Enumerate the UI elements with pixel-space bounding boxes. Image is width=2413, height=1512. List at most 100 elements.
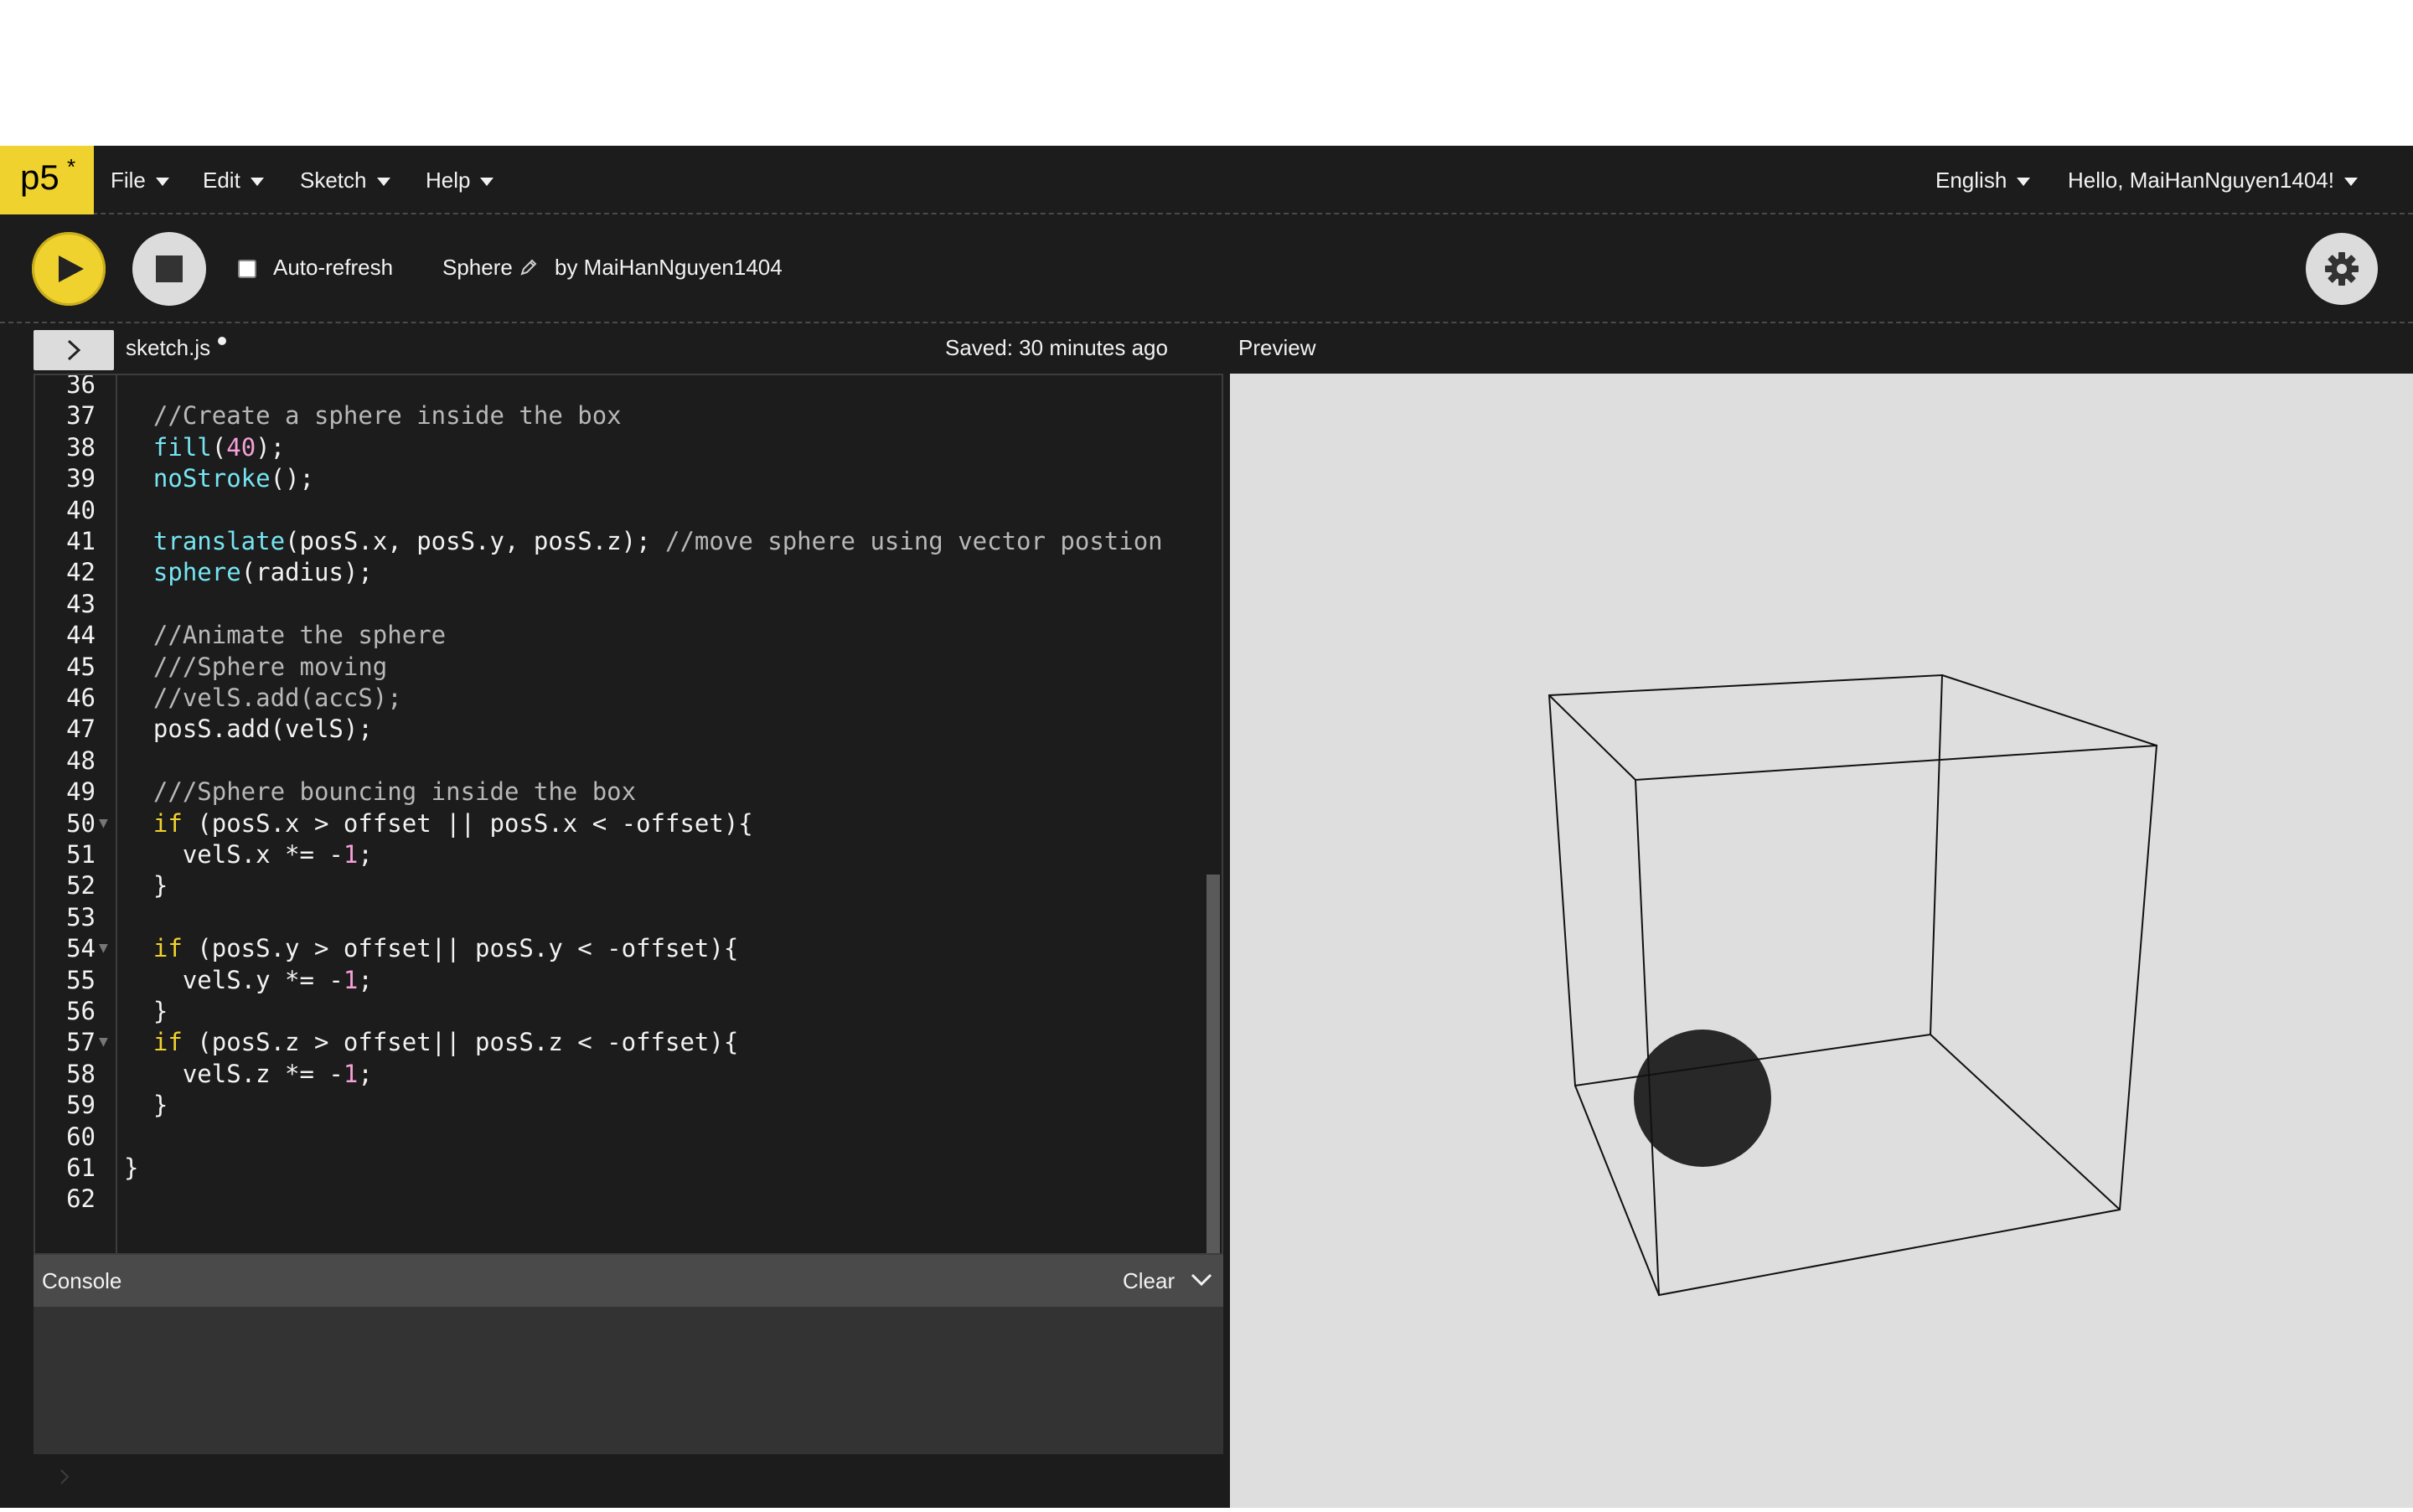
code-token: fill	[152, 432, 212, 462]
code-token: noStroke	[152, 464, 271, 493]
caret-down-icon	[250, 178, 264, 187]
code-line[interactable]: 36	[35, 375, 1191, 400]
line-number: 39	[66, 464, 96, 493]
menu-sketch[interactable]: Sketch	[300, 146, 390, 214]
code-line[interactable]: 54 ▼ if (posS.y > offset|| posS.y < -offs…	[35, 932, 1191, 964]
code-line[interactable]: 43	[35, 588, 1191, 620]
fold-arrow-icon[interactable]: ▼	[99, 932, 108, 964]
code-line[interactable]: 59 }	[35, 1089, 1191, 1121]
console-input-strip	[0, 1454, 1230, 1508]
code-text: //Animate the sphere	[124, 619, 446, 651]
code-text: }	[124, 1089, 168, 1121]
sketch-title[interactable]: Sphere	[442, 255, 513, 281]
box-back-face	[1548, 673, 1944, 1087]
code-line[interactable]: 48	[35, 745, 1191, 777]
preview-canvas[interactable]	[1230, 374, 2413, 1508]
stop-button[interactable]	[132, 232, 206, 306]
caret-down-icon	[155, 178, 169, 187]
menu-edit[interactable]: Edit	[203, 146, 264, 214]
code-line[interactable]: 57 ▼ if (posS.z > offset|| posS.z < -offs…	[35, 1026, 1191, 1058]
code-token: (posS.x, posS.y, posS.z);	[285, 527, 666, 555]
code-line[interactable]: 45 ///Sphere moving	[35, 651, 1191, 683]
code-token: 40	[226, 432, 256, 462]
p5-logo[interactable]: p5 *	[0, 146, 94, 214]
sketch-owner[interactable]: by MaiHanNguyen1404	[555, 255, 783, 281]
code-line[interactable]: 61}	[35, 1152, 1191, 1184]
code-line[interactable]: 55 velS.y *= -1;	[35, 964, 1191, 996]
autorefresh-checkbox[interactable]	[238, 260, 256, 278]
code-line[interactable]: 41 translate(posS.x, posS.y, posS.z); //…	[35, 525, 1191, 557]
chevron-down-icon[interactable]	[1190, 1272, 1213, 1288]
chevron-right-icon[interactable]	[59, 1468, 70, 1486]
menu-help[interactable]: Help	[426, 146, 494, 214]
code-line[interactable]: 44 //Animate the sphere	[35, 619, 1191, 651]
line-number: 49	[66, 777, 96, 807]
editor-scrollbar-thumb[interactable]	[1206, 875, 1220, 1253]
console-title: Console	[42, 1268, 122, 1293]
file-tab-sketch[interactable]: sketch.js	[126, 335, 210, 361]
line-number: 41	[66, 527, 96, 555]
unsaved-indicator	[218, 337, 226, 345]
code-token: (posS.z > offset|| posS.z < -offset){	[182, 1028, 739, 1057]
code-line[interactable]: 42 sphere(radius);	[35, 556, 1191, 588]
code-text: posS.add(velS);	[124, 713, 373, 745]
code-line[interactable]: 56 }	[35, 995, 1191, 1027]
code-line[interactable]: 49 ///Sphere bouncing inside the box	[35, 776, 1191, 808]
play-button[interactable]	[32, 232, 106, 306]
code-editor[interactable]: 36 37 //Create a sphere inside the box 38 …	[34, 374, 1223, 1255]
autorefresh-label: Auto-refresh	[273, 255, 394, 280]
gear-icon	[2325, 252, 2359, 286]
line-number: 44	[66, 621, 96, 650]
code-line[interactable]: 38 fill(40);	[35, 431, 1191, 463]
code-token: ///Sphere bouncing inside the box	[124, 777, 637, 807]
code-line[interactable]: 53	[35, 901, 1191, 933]
code-line[interactable]: 60	[35, 1121, 1191, 1153]
language-selector[interactable]: English	[1935, 146, 2031, 214]
console-clear-button[interactable]: Clear	[1123, 1268, 1175, 1294]
box-edge	[1941, 674, 2157, 746]
code-line[interactable]: 37 //Create a sphere inside the box	[35, 400, 1191, 431]
blank-area	[0, 0, 2413, 146]
preview-label: Preview	[1238, 335, 1316, 360]
fold-arrow-icon[interactable]: ▼	[99, 1026, 108, 1058]
box-edge	[1548, 694, 1636, 781]
code-text: ///Sphere bouncing inside the box	[124, 776, 636, 808]
code-token: if	[152, 808, 183, 838]
pane-divider[interactable]	[1223, 374, 1230, 1508]
code-token: (	[211, 432, 227, 462]
menu-file[interactable]: File	[111, 146, 169, 214]
code-line[interactable]: 47 posS.add(velS);	[35, 713, 1191, 745]
code-text: ///Sphere moving	[124, 651, 387, 683]
code-line[interactable]: 51 velS.x *= -1;	[35, 839, 1191, 870]
code-token: ///Sphere moving	[124, 652, 388, 681]
code-line[interactable]: 46 //velS.add(accS);	[35, 682, 1191, 714]
code-token: }	[124, 1091, 168, 1120]
box-edge	[1930, 1034, 2121, 1210]
code-line[interactable]: 50 ▼ if (posS.x > offset || posS.x < -off…	[35, 808, 1191, 839]
box-front-face	[1634, 744, 2158, 1297]
stop-icon	[156, 255, 183, 282]
caret-down-icon	[2017, 178, 2031, 187]
code-line[interactable]: 40	[35, 494, 1191, 526]
line-number: 56	[66, 997, 96, 1025]
expand-sidebar-button[interactable]	[34, 330, 114, 370]
code-token: //Create a sphere inside the box	[124, 401, 622, 431]
code-token: 1	[343, 1059, 359, 1088]
line-number: 62	[66, 1184, 96, 1214]
code-token: //velS.add(accS);	[124, 684, 402, 712]
sketch-preview[interactable]	[1230, 374, 2413, 1508]
code-line[interactable]: 39 noStroke();	[35, 462, 1191, 494]
settings-button[interactable]	[2306, 233, 2378, 305]
line-number: 38	[66, 432, 96, 462]
code-line[interactable]: 52 }	[35, 870, 1191, 901]
code-text: sphere(radius);	[124, 556, 373, 588]
code-line[interactable]: 58 velS.z *= -1;	[35, 1058, 1191, 1090]
code-line[interactable]: 62	[35, 1183, 1191, 1215]
code-text: if (posS.x > offset || posS.x < -offset)…	[124, 808, 753, 839]
fold-arrow-icon[interactable]: ▼	[99, 808, 108, 839]
menu-edit-label: Edit	[203, 168, 240, 193]
user-menu[interactable]: Hello, MaiHanNguyen1404!	[2068, 146, 2358, 214]
code-token: sphere	[152, 558, 241, 587]
pencil-icon[interactable]	[519, 258, 538, 276]
